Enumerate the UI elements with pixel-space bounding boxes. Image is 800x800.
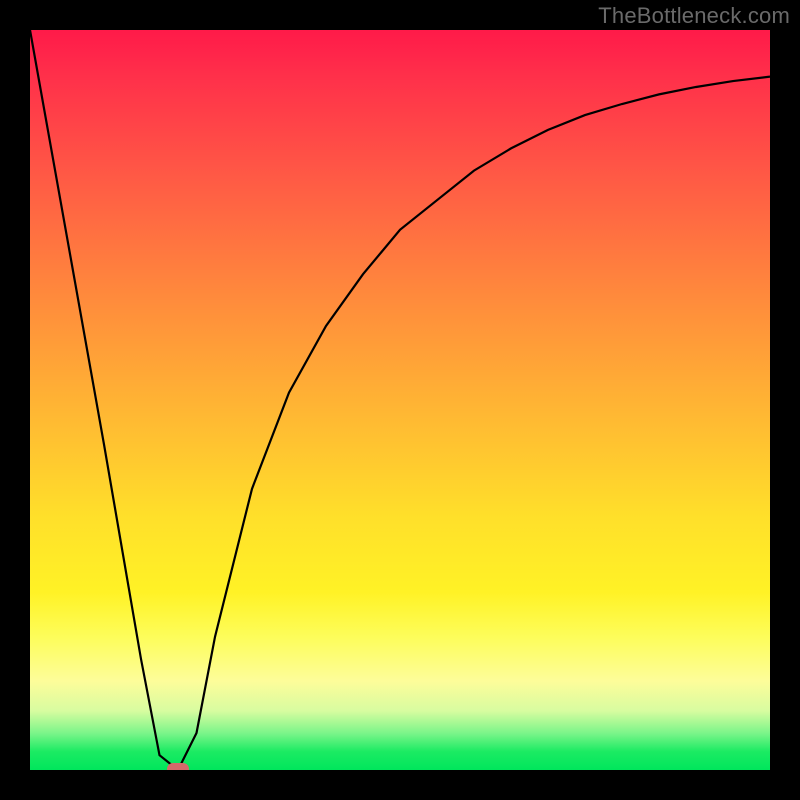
chart-frame: TheBottleneck.com [0, 0, 800, 800]
minimum-marker [167, 763, 189, 770]
curve-line [30, 30, 770, 770]
attribution-watermark: TheBottleneck.com [598, 3, 790, 29]
bottleneck-curve [30, 30, 770, 770]
plot-area [30, 30, 770, 770]
